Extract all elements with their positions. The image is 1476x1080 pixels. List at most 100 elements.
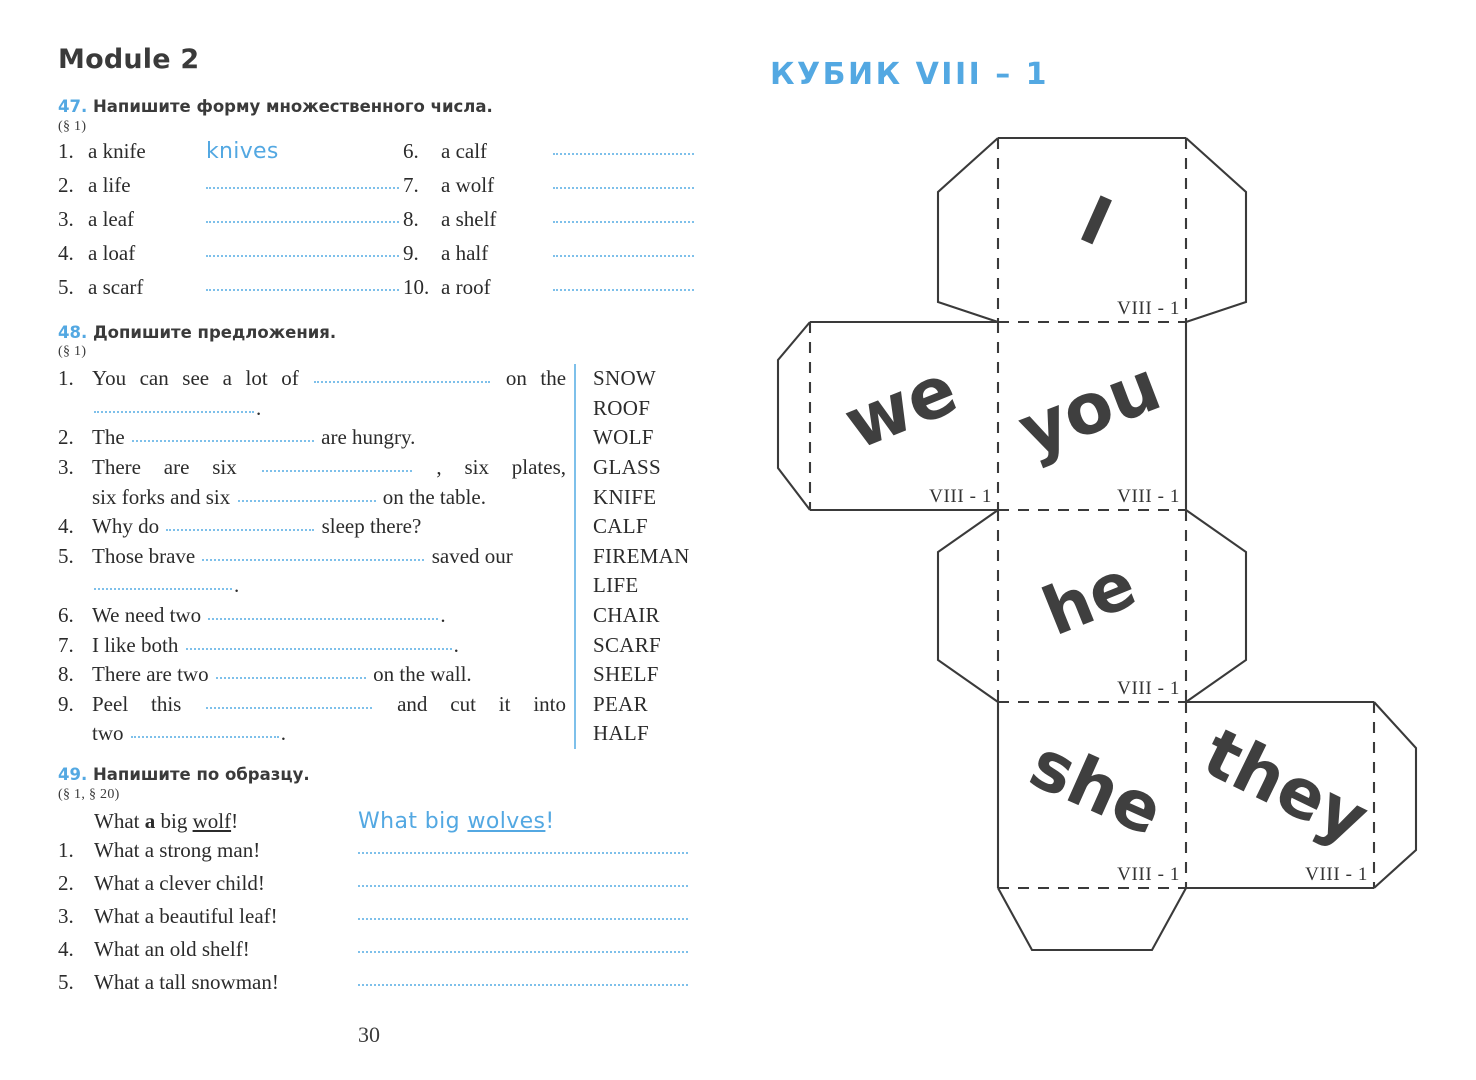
answer-blank[interactable] — [185, 635, 452, 650]
item-term: a leaf — [88, 206, 135, 231]
word-bank-item: FIREMAN — [593, 543, 690, 568]
answer-blank[interactable] — [358, 839, 688, 854]
table-row: 1. You can see a lot of on the — [58, 364, 566, 394]
exercise-48-number: 48. — [58, 322, 88, 342]
sentence-part: There are six — [92, 455, 237, 480]
answer-blank[interactable] — [215, 664, 366, 680]
cube-face-word-we: we — [833, 348, 968, 466]
list-item: 1. What a strong man! — [58, 838, 698, 871]
answer-blank[interactable] — [553, 241, 694, 257]
sample-answer: What big wolves! — [358, 809, 555, 834]
answer-blank[interactable] — [206, 275, 399, 291]
answer-blank[interactable] — [237, 487, 376, 502]
answer-blank[interactable] — [94, 398, 254, 413]
table-row: 3. There are six , six plates, — [58, 453, 566, 483]
sentence-part: on the — [505, 366, 567, 391]
table-row-continuation: two . — [58, 719, 566, 749]
cube-net-diagram: I we you he she they VIII - 1 VIII - 1 V… — [740, 110, 1440, 1010]
word-bank-item: ROOF — [593, 395, 651, 420]
table-row: 2. The are hungry. — [58, 423, 566, 453]
exercise-49: 49. Напишите по образцу. (§ 1, § 20) Wha… — [58, 765, 698, 1003]
exercise-48-reference: (§ 1) — [58, 344, 87, 360]
item-index: 6. — [58, 603, 74, 627]
exercise-49-heading: 49. Напишите по образцу. — [58, 765, 698, 786]
answer-blank[interactable] — [130, 723, 279, 739]
sentence-text: two . — [92, 719, 286, 749]
sentence-text: I like both . — [92, 631, 566, 661]
exercise-49-instruction: Напишите по образцу. — [92, 764, 310, 784]
answer-blank[interactable] — [206, 173, 399, 189]
answer-blank[interactable] — [358, 872, 688, 887]
page-title: Module 2 — [58, 44, 200, 75]
exercise-47-reference: (§ 1) — [58, 118, 87, 134]
word-bank-item: SCARF — [593, 632, 662, 657]
worksheet-left-column: Module 2 47. Напишите форму множественно… — [58, 44, 698, 1003]
item-answer[interactable]: knives — [206, 139, 279, 164]
sentence-part: and cut it into — [397, 691, 567, 716]
item-index-spacer — [58, 394, 92, 424]
sentence-part: . — [280, 721, 286, 746]
cube-face-word-she: she — [1019, 725, 1174, 852]
item-index: 5. — [58, 543, 74, 568]
answer-blank[interactable] — [553, 275, 694, 291]
sample-answer-suffix: ! — [545, 808, 555, 834]
exercise-49-items: 1. What a strong man! 2. What a clever c… — [58, 838, 698, 1003]
item-term: a loaf — [88, 240, 136, 265]
answer-blank[interactable] — [206, 207, 399, 223]
sentence-part: are hungry. — [321, 425, 416, 450]
list-item: 5. a scarf — [58, 275, 403, 309]
list-item: 7. a wolf — [403, 173, 698, 207]
list-item: 4. a loaf — [58, 241, 403, 275]
sample-source: What a big wolf! — [58, 809, 358, 834]
sentence-text: six forks and six on the table. — [92, 483, 486, 513]
answer-blank[interactable] — [131, 427, 314, 443]
item-term: a roof — [441, 274, 491, 299]
answer-blank[interactable] — [314, 368, 491, 384]
item-term: a half — [441, 240, 489, 265]
answer-blank[interactable] — [358, 905, 688, 920]
answer-blank[interactable] — [206, 694, 373, 709]
list-item: 1. a knife knives — [58, 139, 403, 173]
table-row: 4. Why do sleep there? — [58, 512, 566, 542]
sentence-text: We need two . — [92, 601, 566, 631]
sample-noun: wolf — [192, 808, 232, 833]
sentence-text: Those brave saved our — [92, 542, 566, 572]
answer-blank[interactable] — [553, 207, 694, 223]
answer-blank[interactable] — [208, 605, 439, 620]
word-bank-item: WOLF — [593, 425, 654, 450]
item-index: 6. — [403, 138, 419, 163]
sentence-text: Peel this and cut it into — [92, 690, 566, 720]
list-item: 4. What an old shelf! — [58, 937, 698, 970]
word-bank-item: PEAR — [593, 691, 648, 716]
exercise-47-column-1: 1. a knife knives 2. a life 3. a leaf 4.… — [58, 139, 403, 309]
answer-blank[interactable] — [553, 139, 694, 155]
cube-face-code-you: VIII - 1 — [1117, 486, 1180, 507]
exercise-48-sentences: 1. You can see a lot of on the . 2. The … — [58, 364, 566, 749]
word-bank-item: GLASS — [593, 455, 662, 480]
item-index: 2. — [58, 425, 74, 450]
answer-blank[interactable] — [553, 173, 694, 189]
table-row: 5. Those brave saved our — [58, 542, 566, 572]
item-index: 10. — [403, 274, 430, 299]
answer-blank[interactable] — [261, 457, 412, 473]
exercise-47: 47. Напишите форму множественного числа.… — [58, 97, 698, 309]
word-bank-item: SHELF — [593, 662, 659, 687]
item-index: 2. — [58, 172, 74, 197]
sentence-part: . — [234, 573, 240, 598]
list-item: 2. a life — [58, 173, 403, 207]
sentence-part: You can see a lot of — [92, 366, 299, 391]
exercise-48-body: 1. You can see a lot of on the . 2. The … — [58, 364, 698, 749]
exercise-49-reference: (§ 1, § 20) — [58, 786, 120, 802]
sentence-part: on the wall. — [373, 662, 472, 687]
answer-blank[interactable] — [206, 241, 399, 257]
answer-blank[interactable] — [94, 575, 232, 591]
sentence-part: on the table. — [382, 484, 486, 509]
answer-blank[interactable] — [166, 516, 315, 532]
sentence-part: two — [92, 721, 124, 746]
answer-blank[interactable] — [202, 546, 425, 561]
table-row: 9. Peel this and cut it into — [58, 690, 566, 720]
answer-blank[interactable] — [358, 938, 688, 953]
answer-blank[interactable] — [358, 971, 688, 986]
list-item: 2. What a clever child! — [58, 871, 698, 904]
list-item: 5. What a tall snowman! — [58, 970, 698, 1003]
